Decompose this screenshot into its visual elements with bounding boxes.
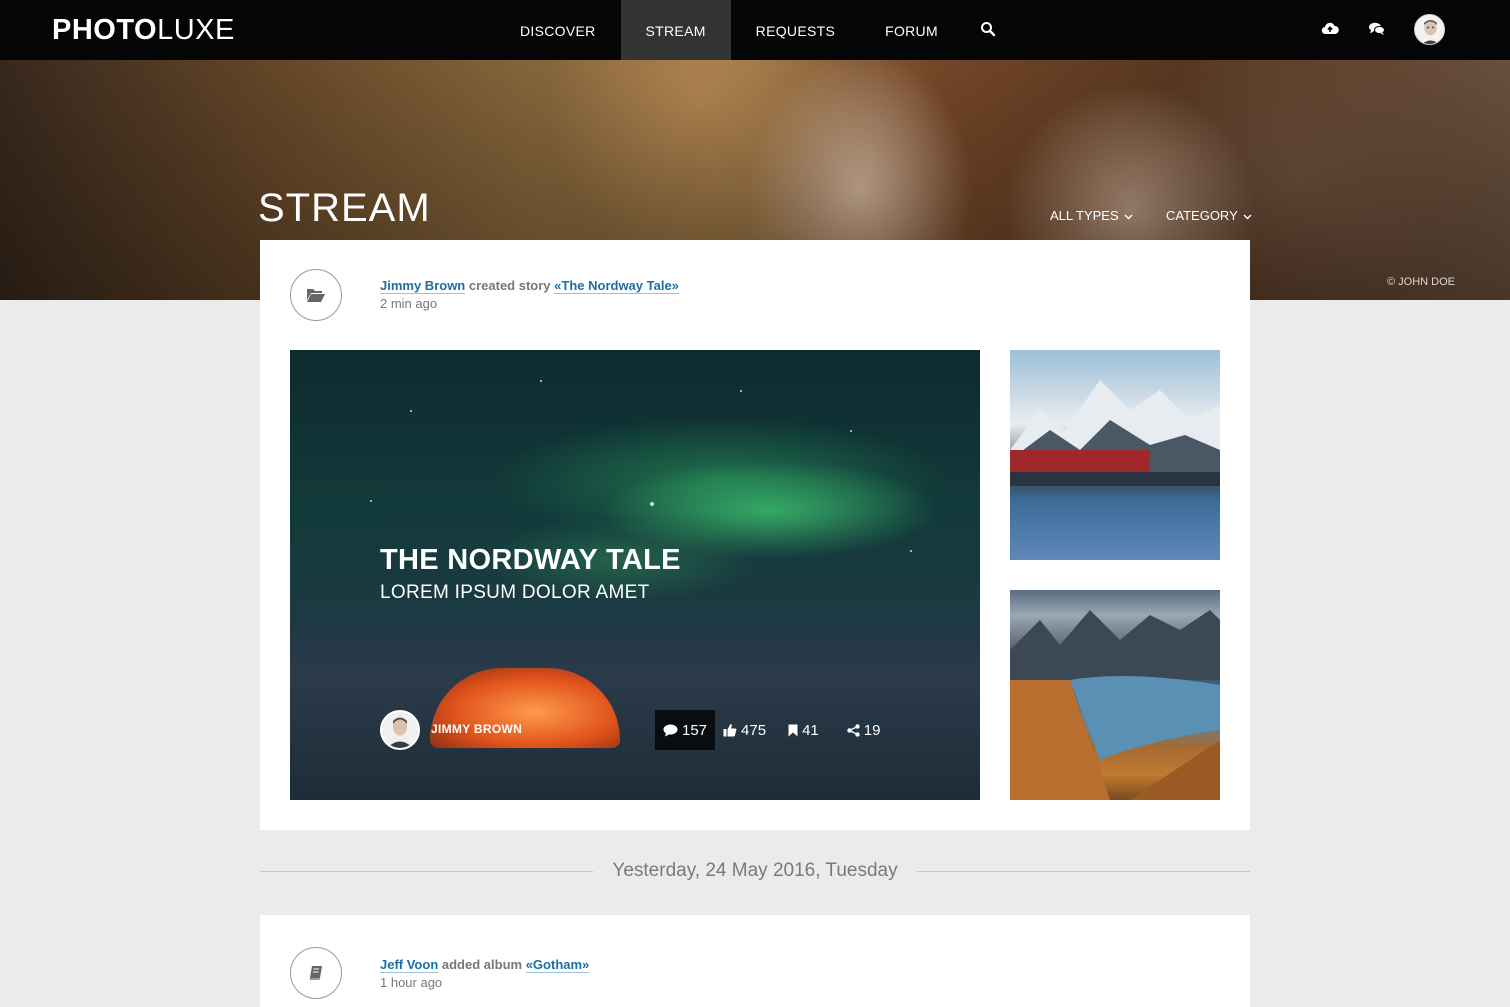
nav-requests[interactable]: REQUESTS <box>731 0 860 60</box>
date-separator: Yesterday, 24 May 2016, Tuesday <box>260 858 1250 886</box>
filter-category[interactable]: CATEGORY <box>1166 208 1252 223</box>
folder-open-icon <box>290 269 342 321</box>
chevron-down-icon <box>1243 214 1252 220</box>
cloud-upload-icon[interactable] <box>1321 21 1341 39</box>
feed-card: Jeff Voon added album «Gotham» 1 hour ag… <box>260 915 1250 1007</box>
chat-icon[interactable] <box>1368 21 1388 39</box>
author-avatar[interactable] <box>380 710 420 750</box>
timestamp: 1 hour ago <box>380 975 443 990</box>
nav-stream[interactable]: STREAM <box>620 0 731 60</box>
fjord-graphic <box>1010 610 1220 800</box>
nav-forum[interactable]: FORUM <box>860 0 963 60</box>
page-title: STREAM <box>258 186 431 230</box>
book-icon <box>290 947 342 999</box>
story-thumbnail[interactable] <box>1010 590 1220 800</box>
shares-stat[interactable]: 19 <box>839 710 889 750</box>
story-stats: 157 475 41 19 <box>655 710 888 750</box>
share-icon <box>847 723 860 737</box>
main-nav: DISCOVER STREAM REQUESTS FORUM <box>495 0 963 60</box>
story-link[interactable]: «The Nordway Tale» <box>554 278 679 294</box>
search-icon[interactable] <box>980 21 998 39</box>
story-feature-image[interactable]: THE NORDWAY TALE LOREM IPSUM DOLOR AMET … <box>290 350 980 800</box>
activity-text: Jimmy Brown created story «The Nordway T… <box>380 278 679 311</box>
story-title[interactable]: THE NORDWAY TALE <box>380 544 681 577</box>
photo-credit: © JOHN DOE <box>1387 276 1455 288</box>
date-label: Yesterday, 24 May 2016, Tuesday <box>596 860 914 882</box>
bookmark-icon <box>788 724 798 736</box>
likes-stat[interactable]: 475 <box>715 710 774 750</box>
comment-icon <box>663 724 678 736</box>
chevron-down-icon <box>1124 214 1133 220</box>
nav-discover[interactable]: DISCOVER <box>495 0 621 60</box>
bookmarks-stat[interactable]: 41 <box>780 710 827 750</box>
story-subtitle: LOREM IPSUM DOLOR AMET <box>380 582 650 603</box>
comments-stat[interactable]: 157 <box>655 710 716 750</box>
user-link[interactable]: Jeff Voon <box>380 957 439 973</box>
avatar[interactable] <box>1414 14 1445 45</box>
mountain-graphic <box>1010 380 1220 486</box>
feed-card: Jimmy Brown created story «The Nordway T… <box>260 240 1250 830</box>
timestamp: 2 min ago <box>380 296 438 311</box>
author-name[interactable]: JIMMY BROWN <box>431 722 522 736</box>
top-navbar: PHOTOLUXE DISCOVER STREAM REQUESTS FORUM <box>0 0 1510 60</box>
thumbs-up-icon <box>723 724 737 737</box>
logo[interactable]: PHOTOLUXE <box>52 14 235 47</box>
story-thumbnail[interactable] <box>1010 350 1220 560</box>
filter-all-types[interactable]: ALL TYPES <box>1050 208 1133 223</box>
album-link[interactable]: «Gotham» <box>525 957 590 973</box>
activity-verb: added album <box>441 957 523 972</box>
user-link[interactable]: Jimmy Brown <box>380 278 466 294</box>
activity-text: Jeff Voon added album «Gotham» 1 hour ag… <box>380 957 590 990</box>
activity-verb: created story <box>468 278 551 293</box>
